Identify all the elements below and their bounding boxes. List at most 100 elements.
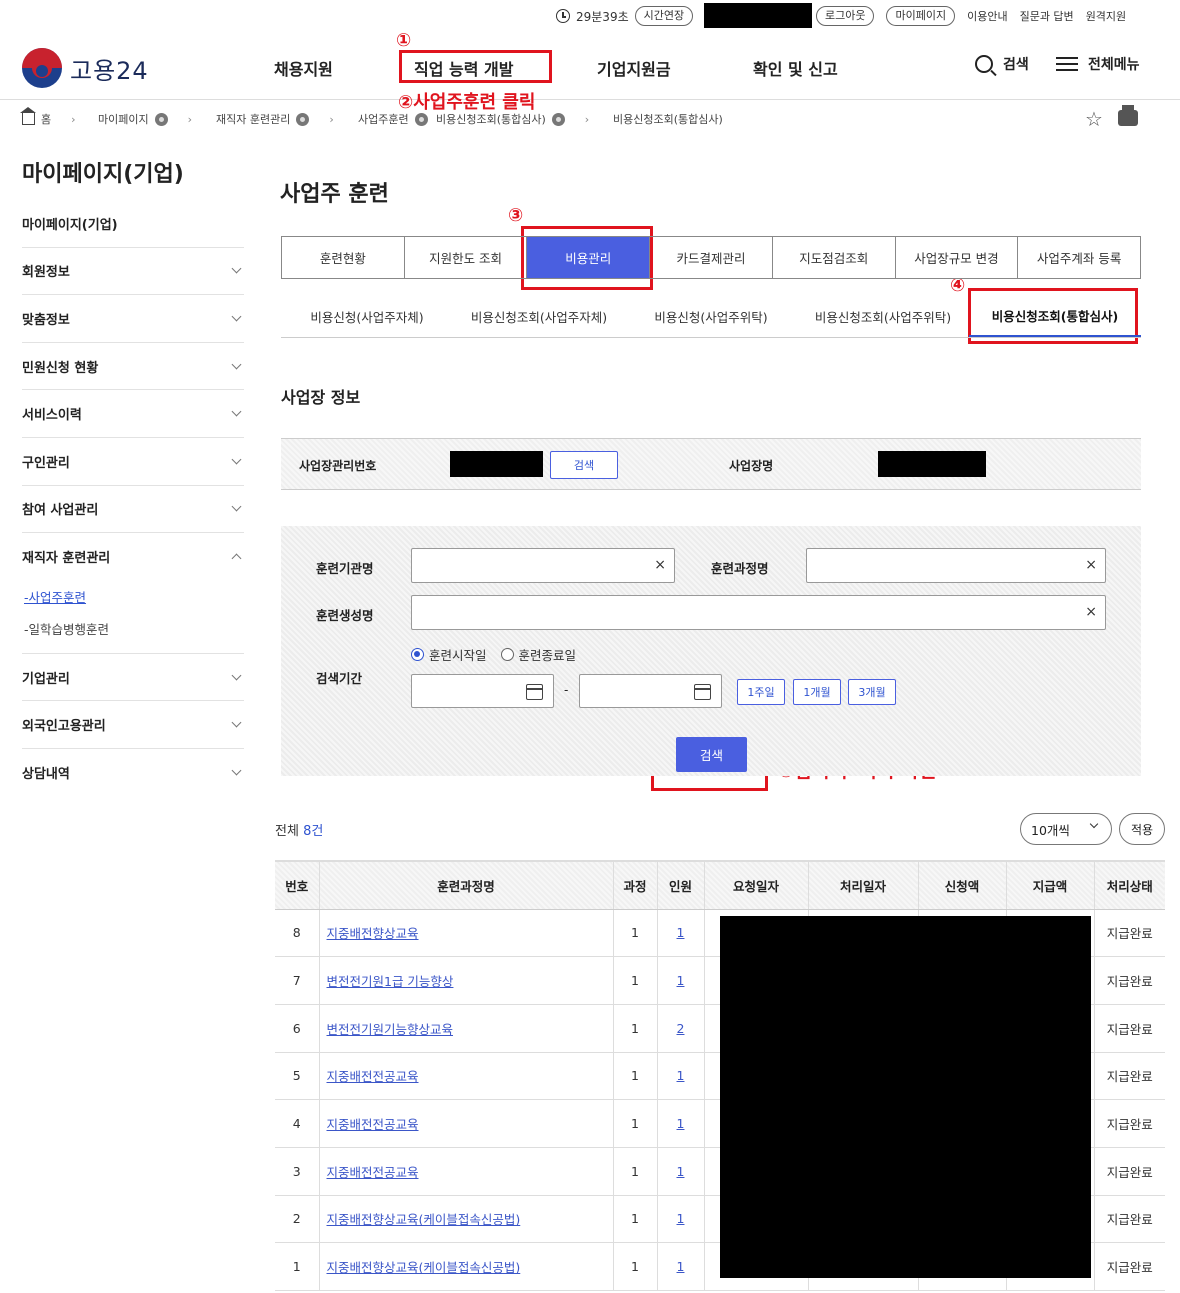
row-count-link[interactable]: 1 xyxy=(677,973,685,988)
tab-cost-apply-consign[interactable]: 비용신청(사업주위탁) xyxy=(625,296,797,337)
tab-cost-inquiry-integrated[interactable]: 비용신청조회(통합심사) xyxy=(969,296,1141,337)
tab-size-change[interactable]: 사업장규모 변경 xyxy=(896,237,1019,278)
util-link-remote[interactable]: 원격지원 xyxy=(1086,8,1126,24)
result-total: 전체 8건 xyxy=(275,824,324,839)
tab-cost-apply-self[interactable]: 비용신청(사업주자체) xyxy=(281,296,453,337)
calendar-icon[interactable] xyxy=(526,684,543,700)
sidebar-sub-work-study[interactable]: -일학습병행훈련 xyxy=(22,613,244,645)
page-size-select[interactable]: 10개씩 xyxy=(1020,813,1112,845)
logo[interactable]: 고용24 xyxy=(22,48,149,88)
nav-recruit[interactable]: 채용지원 xyxy=(274,56,333,80)
tab-cost-management[interactable]: 비용관리 xyxy=(527,237,651,278)
row-course-name-link[interactable]: 변전전기원1급 기능향상 xyxy=(327,974,454,989)
row-count-link[interactable]: 1 xyxy=(677,1068,685,1083)
row-course-name-link[interactable]: 지중배전전공교육 xyxy=(327,1165,419,1180)
quick-3month-button[interactable]: 3개월 xyxy=(848,679,896,705)
dropdown-dot-icon[interactable] xyxy=(551,112,565,126)
workplace-search-button[interactable]: 검색 xyxy=(550,451,618,479)
end-date-input[interactable] xyxy=(579,674,722,708)
sidebar-item-member[interactable]: 회원정보 xyxy=(22,248,244,296)
chevron-up-icon xyxy=(231,554,242,564)
clear-icon[interactable]: × xyxy=(654,557,666,573)
row-count-link[interactable]: 1 xyxy=(677,1164,685,1179)
header-search[interactable]: 검색 xyxy=(975,54,1029,74)
row-course-name-link[interactable]: 지중배전전공교육 xyxy=(327,1117,419,1132)
sidebar-item-service-history[interactable]: 서비스이력 xyxy=(22,390,244,438)
nav-subsidy[interactable]: 기업지원금 xyxy=(597,56,671,80)
header-menu-label: 전체메뉴 xyxy=(1088,57,1140,73)
sidebar-item-recruit[interactable]: 구인관리 xyxy=(22,438,244,486)
tab-cost-inquiry-consign[interactable]: 비용신청조회(사업주위탁) xyxy=(797,296,969,337)
util-link-guide[interactable]: 이용안내 xyxy=(967,8,1007,24)
tab-inspection[interactable]: 지도점검조회 xyxy=(773,237,896,278)
logo-text: 고용24 xyxy=(70,56,149,85)
util-link-qna[interactable]: 질문과 답변 xyxy=(1020,8,1074,24)
logout-button[interactable]: 로그아웃 xyxy=(816,6,875,26)
start-date-input[interactable] xyxy=(411,674,554,708)
row-count-link[interactable]: 2 xyxy=(677,1021,685,1036)
breadcrumb-mypage[interactable]: 마이페이지 › xyxy=(98,111,192,127)
search-button[interactable]: 검색 xyxy=(676,737,747,772)
nav-confirm-report[interactable]: 확인 및 신고 xyxy=(753,56,838,80)
row-count-link[interactable]: 1 xyxy=(677,1259,685,1274)
row-course-name-link[interactable]: 지중배전향상교육(케이블접속신공법) xyxy=(327,1212,521,1227)
breadcrumb-home[interactable]: 홈 › xyxy=(20,107,76,127)
row-count-link[interactable]: 1 xyxy=(677,1116,685,1131)
tab-account-register[interactable]: 사업주계좌 등록 xyxy=(1018,237,1140,278)
dropdown-dot-icon[interactable] xyxy=(154,112,168,126)
apply-button[interactable]: 적용 xyxy=(1119,813,1165,845)
course-input[interactable]: × xyxy=(806,548,1106,583)
chevron-down-icon xyxy=(231,765,242,776)
mypage-button[interactable]: 마이페이지 xyxy=(886,6,956,26)
clear-icon[interactable]: × xyxy=(1085,604,1097,620)
sidebar-group-training: 재직자 훈련관리 -사업주훈련 -일학습병행훈련 xyxy=(22,533,244,654)
row-status: 지급완료 xyxy=(1093,956,1165,1005)
tab-support-limit[interactable]: 지원한도 조회 xyxy=(405,237,528,278)
institution-label: 훈련기관명 xyxy=(316,561,374,576)
row-count-cell: 1 xyxy=(656,909,704,958)
breadcrumb-training-mgmt[interactable]: 재직자 훈련관리 › xyxy=(216,111,334,127)
trainee-label: 훈련생성명 xyxy=(316,608,374,623)
site-header: 고용24 채용지원 직업 능력 개발 기업지원금 확인 및 신고 검색 전체메뉴 xyxy=(0,30,1180,100)
tab-card-payment[interactable]: 카드결제관리 xyxy=(650,237,773,278)
tab-cost-inquiry-self[interactable]: 비용신청조회(사업주자체) xyxy=(453,296,625,337)
sidebar-item-counsel[interactable]: 상담내역 xyxy=(22,749,244,797)
sidebar-item-custom[interactable]: 맞춤정보 xyxy=(22,295,244,343)
row-course-name-link[interactable]: 지중배전향상교육 xyxy=(327,926,419,941)
row-course-name-link[interactable]: 변전전기원기능향상교육 xyxy=(327,1022,454,1037)
sidebar-sub-employer-training[interactable]: -사업주훈련 xyxy=(22,581,244,613)
header-all-menu[interactable]: 전체메뉴 xyxy=(1056,54,1140,74)
extend-time-button[interactable]: 시간연장 xyxy=(634,6,694,26)
col-pay-amount: 지급액 xyxy=(1005,860,1094,910)
row-course-name-link[interactable]: 지중배전전공교육 xyxy=(327,1069,419,1084)
row-course: 1 xyxy=(612,1195,657,1244)
row-count-link[interactable]: 1 xyxy=(677,1211,685,1226)
sidebar-item-project[interactable]: 참여 사업관리 xyxy=(22,486,244,534)
chevron-down-icon xyxy=(231,717,242,728)
row-course: 1 xyxy=(612,1147,657,1196)
chevron-down-icon xyxy=(231,263,242,274)
row-course-name-cell: 변전전기원1급 기능향상 xyxy=(318,956,613,1005)
favorite-star-icon[interactable]: ☆ xyxy=(1085,107,1103,131)
page-title: 사업주 훈련 xyxy=(280,182,389,207)
quick-1month-button[interactable]: 1개월 xyxy=(793,679,841,705)
result-count: 8건 xyxy=(303,824,324,839)
row-course-name-link[interactable]: 지중배전향상교육(케이블접속신공법) xyxy=(327,1260,521,1275)
sidebar-item-mypage[interactable]: 마이페이지(기업) xyxy=(22,200,244,248)
institution-input[interactable]: × xyxy=(411,548,675,583)
radio-start-date[interactable]: 훈련시작일 xyxy=(411,645,487,664)
dropdown-dot-icon[interactable] xyxy=(296,112,310,126)
sidebar-item-foreign[interactable]: 외국인고용관리 xyxy=(22,701,244,749)
trainee-input[interactable]: × xyxy=(411,595,1106,630)
dropdown-dot-icon[interactable] xyxy=(414,112,428,126)
radio-end-date[interactable]: 훈련종료일 xyxy=(500,645,576,664)
quick-1week-button[interactable]: 1주일 xyxy=(737,679,785,705)
row-count-link[interactable]: 1 xyxy=(677,925,685,940)
sidebar-item-petition[interactable]: 민원신청 현황 xyxy=(22,343,244,391)
print-icon[interactable] xyxy=(1118,105,1138,126)
calendar-icon[interactable] xyxy=(694,684,711,700)
sidebar-item-training[interactable]: 재직자 훈련관리 xyxy=(22,533,244,581)
sidebar-item-company[interactable]: 기업관리 xyxy=(22,654,244,702)
tab-training-status[interactable]: 훈련현황 xyxy=(282,237,405,278)
clear-icon[interactable]: × xyxy=(1085,557,1097,573)
